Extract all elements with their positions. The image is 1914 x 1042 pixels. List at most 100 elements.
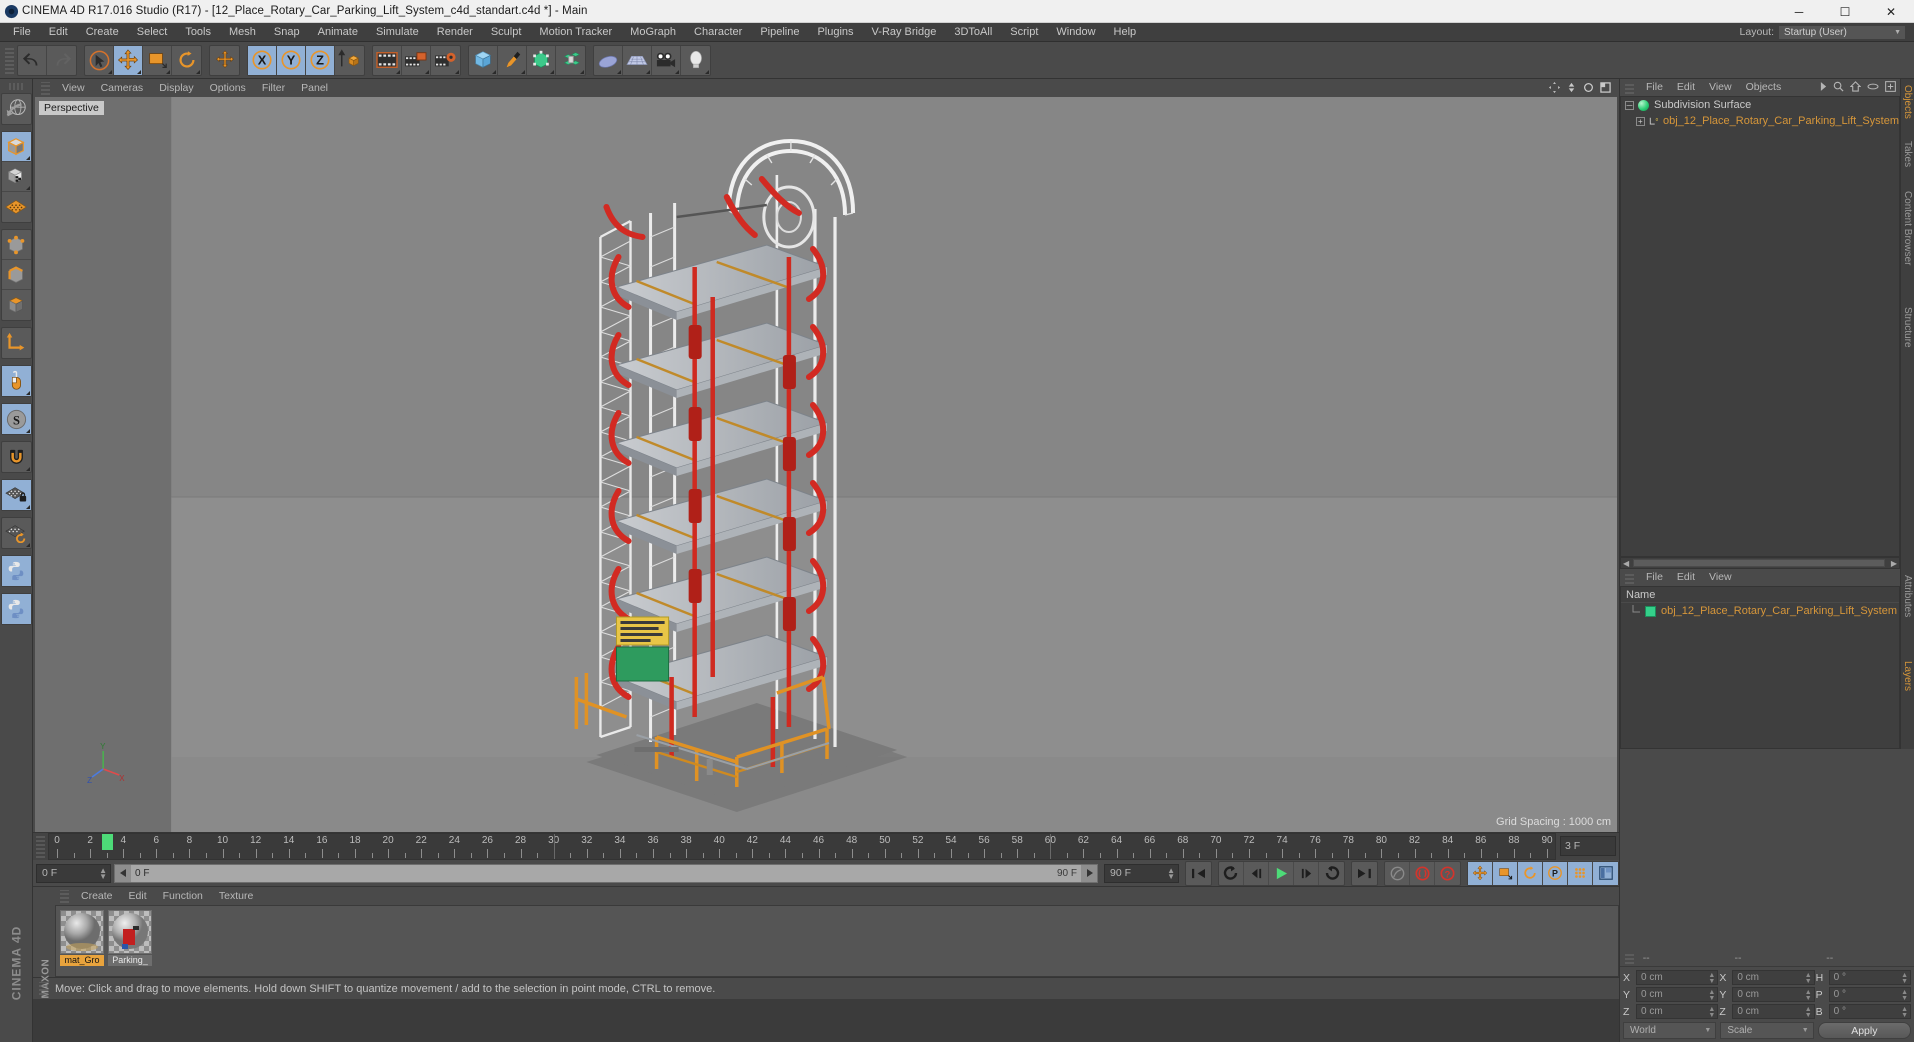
chevron-right-icon[interactable] [1820, 82, 1827, 91]
python-script-icon[interactable] [1, 556, 31, 586]
menu-item-select[interactable]: Select [128, 23, 177, 42]
go-to-end-button[interactable] [1352, 862, 1377, 885]
viewport-grip[interactable] [41, 81, 50, 95]
coord-field-pos-z[interactable]: 0 cm ▲ ▼ [1636, 1004, 1719, 1019]
timeline-toggle-button[interactable] [1593, 861, 1618, 885]
spinner-icon[interactable]: ▲ ▼ [1897, 1006, 1908, 1019]
ellipse-icon[interactable] [1867, 82, 1879, 91]
material-menu-edit[interactable]: Edit [121, 887, 155, 905]
edges-mode-icon[interactable] [1, 260, 31, 290]
viewport-3d[interactable]: Perspective Grid Spacing : 1000 cm Y X Z [35, 97, 1617, 832]
menu-item-help[interactable]: Help [1105, 23, 1146, 42]
spinner-icon[interactable]: ▲ ▼ [1704, 972, 1715, 985]
toolbar-grip[interactable] [5, 46, 14, 74]
size-mode-dropdown[interactable]: Scale ▼ [1720, 1022, 1814, 1039]
coord-field-pos-x[interactable]: 0 cm ▲ ▼ [1636, 970, 1719, 985]
expand-toggle-icon[interactable]: ─ [1625, 100, 1634, 110]
material-menu-create[interactable]: Create [73, 887, 121, 905]
side-tab-takes[interactable]: Takes [1902, 141, 1913, 167]
side-tab-layers[interactable]: Layers [1902, 661, 1913, 691]
material-preview-thumbnail[interactable] [60, 910, 104, 954]
menu-item-character[interactable]: Character [685, 23, 751, 42]
side-tab-structure[interactable]: Structure [1902, 307, 1913, 348]
menu-item-script[interactable]: Script [1001, 23, 1047, 42]
side-tab-attributes[interactable]: Attributes [1902, 575, 1913, 617]
coord-field-size-z[interactable]: 0 cm ▲ ▼ [1732, 1004, 1815, 1019]
point-level-animation-button[interactable] [1568, 861, 1593, 885]
material-item[interactable]: mat_Gro [60, 910, 104, 972]
go-to-start-button[interactable] [1186, 862, 1211, 885]
apply-button[interactable]: Apply [1817, 1022, 1911, 1039]
menu-item-create[interactable]: Create [77, 23, 128, 42]
scroll-right-icon[interactable]: ▶ [1891, 559, 1897, 568]
material-name[interactable]: Parking_ [108, 955, 152, 966]
menu-item-file[interactable]: File [4, 23, 40, 42]
live-selection-icon[interactable] [85, 45, 114, 75]
plus-box-icon[interactable] [1885, 81, 1896, 92]
scale-tool-icon[interactable] [143, 45, 172, 75]
menu-item-mesh[interactable]: Mesh [220, 23, 265, 42]
keyframe-selection-button[interactable]: ? [1435, 862, 1460, 885]
param-key-button[interactable]: P [1543, 861, 1568, 885]
current-frame-field[interactable]: 0 F ▲ ▼ [36, 863, 111, 883]
play-backwards-button[interactable] [1219, 861, 1244, 885]
menu-item-mograph[interactable]: MoGraph [621, 23, 685, 42]
om-menu-file[interactable]: File [1639, 79, 1670, 96]
om-menu-edit[interactable]: Edit [1670, 79, 1702, 96]
render-region-icon[interactable] [402, 45, 431, 75]
spinner-icon[interactable]: ▲ ▼ [1704, 1006, 1715, 1019]
side-tab-content-browser[interactable]: Content Browser [1902, 191, 1913, 265]
side-tab-objects[interactable]: Objects [1902, 85, 1913, 119]
menu-item-animate[interactable]: Animate [309, 23, 367, 42]
expand-toggle-icon[interactable]: + [1635, 116, 1645, 126]
spinner-icon[interactable]: ▲ ▼ [1167, 866, 1175, 880]
model-mode-icon[interactable] [1, 132, 31, 162]
viewport-menu-cameras[interactable]: Cameras [93, 79, 152, 97]
timeline-track[interactable]: 0246810121416182022242628303234363840424… [48, 833, 1556, 860]
menu-item-pipeline[interactable]: Pipeline [751, 23, 808, 42]
viewport-rotate-icon[interactable] [1583, 82, 1594, 93]
menu-item-snap[interactable]: Snap [265, 23, 309, 42]
floor-environment-icon[interactable] [594, 45, 623, 75]
close-button[interactable]: ✕ [1868, 0, 1914, 23]
maximize-button[interactable]: ☐ [1822, 0, 1868, 23]
python-generator-icon[interactable] [1, 594, 31, 624]
menu-item-window[interactable]: Window [1047, 23, 1104, 42]
coord-field-rot-b[interactable]: 0 ° ▲ ▼ [1828, 1004, 1911, 1019]
menu-item-render[interactable]: Render [428, 23, 482, 42]
end-frame-field[interactable]: 90 F ▲ ▼ [1104, 863, 1179, 883]
viewport-menu-filter[interactable]: Filter [254, 79, 293, 97]
lm-menu-file[interactable]: File [1639, 569, 1670, 586]
x-axis-icon[interactable]: X [248, 45, 277, 75]
scroll-left-icon[interactable]: ◀ [1623, 559, 1629, 568]
menu-item-vray-bridge[interactable]: V-Ray Bridge [863, 23, 946, 42]
layer-row[interactable]: obj_12_Place_Rotary_Car_Parking_Lift_Sys… [1621, 603, 1899, 619]
nurbs-generator-icon[interactable] [527, 45, 556, 75]
sky-icon[interactable] [623, 45, 652, 75]
redo-icon[interactable] [47, 46, 76, 75]
workplane-lock-icon[interactable] [1, 480, 31, 510]
om-menu-view[interactable]: View [1702, 79, 1739, 96]
rotate-tool-icon[interactable] [172, 46, 201, 75]
light-icon[interactable] [681, 46, 710, 75]
scrubber-left-handle[interactable] [115, 864, 131, 882]
spinner-icon[interactable]: ▲ ▼ [1801, 989, 1812, 1002]
coord-field-rot-p[interactable]: 0 ° ▲ ▼ [1828, 987, 1911, 1002]
layer-manager-grip[interactable] [1625, 571, 1634, 584]
menu-item-sculpt[interactable]: Sculpt [482, 23, 531, 42]
om-menu-objects[interactable]: Objects [1739, 79, 1789, 96]
viewport-maximize-icon[interactable] [1600, 82, 1611, 93]
viewport-menu-options[interactable]: Options [202, 79, 254, 97]
spline-pen-icon[interactable] [498, 45, 527, 75]
layer-color-swatch[interactable] [1645, 605, 1656, 617]
timeline-scrubber[interactable]: 0 F 90 F [114, 863, 1098, 883]
material-menu-texture[interactable]: Texture [211, 887, 261, 905]
step-back-button[interactable] [1244, 861, 1269, 885]
lm-menu-view[interactable]: View [1702, 569, 1739, 586]
material-preview-thumbnail[interactable] [108, 910, 152, 954]
scale-key-button[interactable] [1493, 861, 1518, 885]
snap-enable-icon[interactable]: S [1, 404, 31, 434]
material-menu-function[interactable]: Function [155, 887, 211, 905]
object-manager-grip[interactable] [1625, 81, 1634, 94]
play-forward-button[interactable] [1269, 861, 1294, 885]
